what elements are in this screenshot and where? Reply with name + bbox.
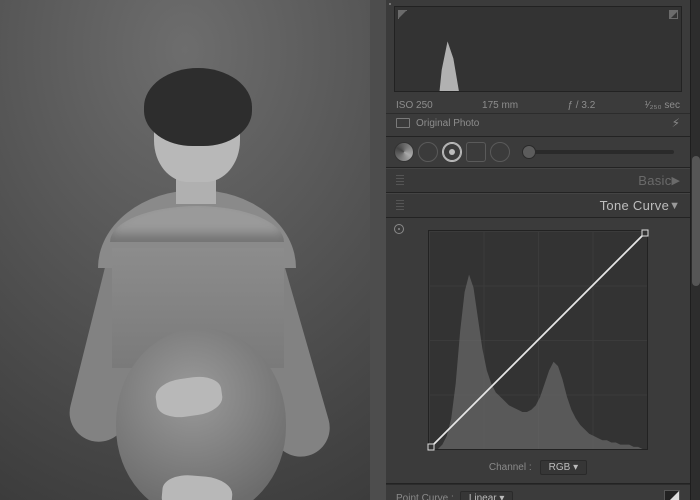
basic-title: Basic [638,173,671,188]
tone-curve-panel-header[interactable]: Tone Curve ▼ [386,193,690,218]
exif-row: ISO 250 175 mm ƒ / 3.2 ¹⁄₂₅₀ sec [386,96,690,113]
targeted-adjustment-icon[interactable] [394,224,404,234]
graduated-filter-tool[interactable] [466,142,486,162]
original-photo-icon [396,118,410,128]
aperture-label: ƒ / 3.2 [567,100,595,111]
panel-grip-icon [396,200,404,212]
tone-curve-panel: Channel : RGB ▾ [386,218,690,484]
histogram-plot [395,7,681,92]
iso-label: ISO 250 [396,100,433,111]
basic-panel-header[interactable]: Basic ▶ [386,168,690,193]
tone-curve-editor[interactable] [428,230,648,450]
histogram[interactable] [394,6,682,92]
mask-brush-size-slider[interactable] [522,150,674,154]
channel-select[interactable]: RGB ▾ [540,460,587,475]
tone-curve-title: Tone Curve [600,198,669,213]
shutter-label: ¹⁄₂₅₀ sec [645,100,680,111]
focal-length-label: 175 mm [482,100,518,111]
point-curve-label: Point Curve : [396,493,454,500]
curve-point-black[interactable] [428,443,435,450]
point-curve-select[interactable]: Linear ▾ [460,491,514,500]
flash-icon: ⚡︎ [672,116,680,130]
develop-panels: ISO 250 175 mm ƒ / 3.2 ¹⁄₂₅₀ sec Origina… [386,0,700,500]
curve-line [429,231,647,449]
channel-label: Channel : [489,462,532,473]
crop-tool[interactable] [394,142,414,162]
histogram-panel: ISO 250 175 mm ƒ / 3.2 ¹⁄₂₅₀ sec Origina… [386,0,690,137]
redeye-tool[interactable] [442,142,462,162]
chevron-right-icon: ▶ [672,174,680,187]
app-root: ISO 250 175 mm ƒ / 3.2 ¹⁄₂₅₀ sec Origina… [0,0,700,500]
point-curve-toggle-icon[interactable] [664,490,680,500]
point-curve-row: Point Curve : Linear ▾ [386,484,690,500]
curve-point-white[interactable] [641,230,648,237]
spot-removal-tool[interactable] [418,142,438,162]
chevron-down-icon: ▼ [669,200,680,212]
image-canvas[interactable] [0,0,386,500]
radial-filter-tool[interactable] [490,142,510,162]
local-adjustment-toolbar [386,137,690,168]
scrollbar-thumb[interactable] [692,156,700,286]
preview-photo [0,0,370,500]
original-photo-label: Original Photo [416,118,479,129]
panel-grip-icon [396,175,404,187]
panel-scrollbar[interactable] [690,0,700,500]
